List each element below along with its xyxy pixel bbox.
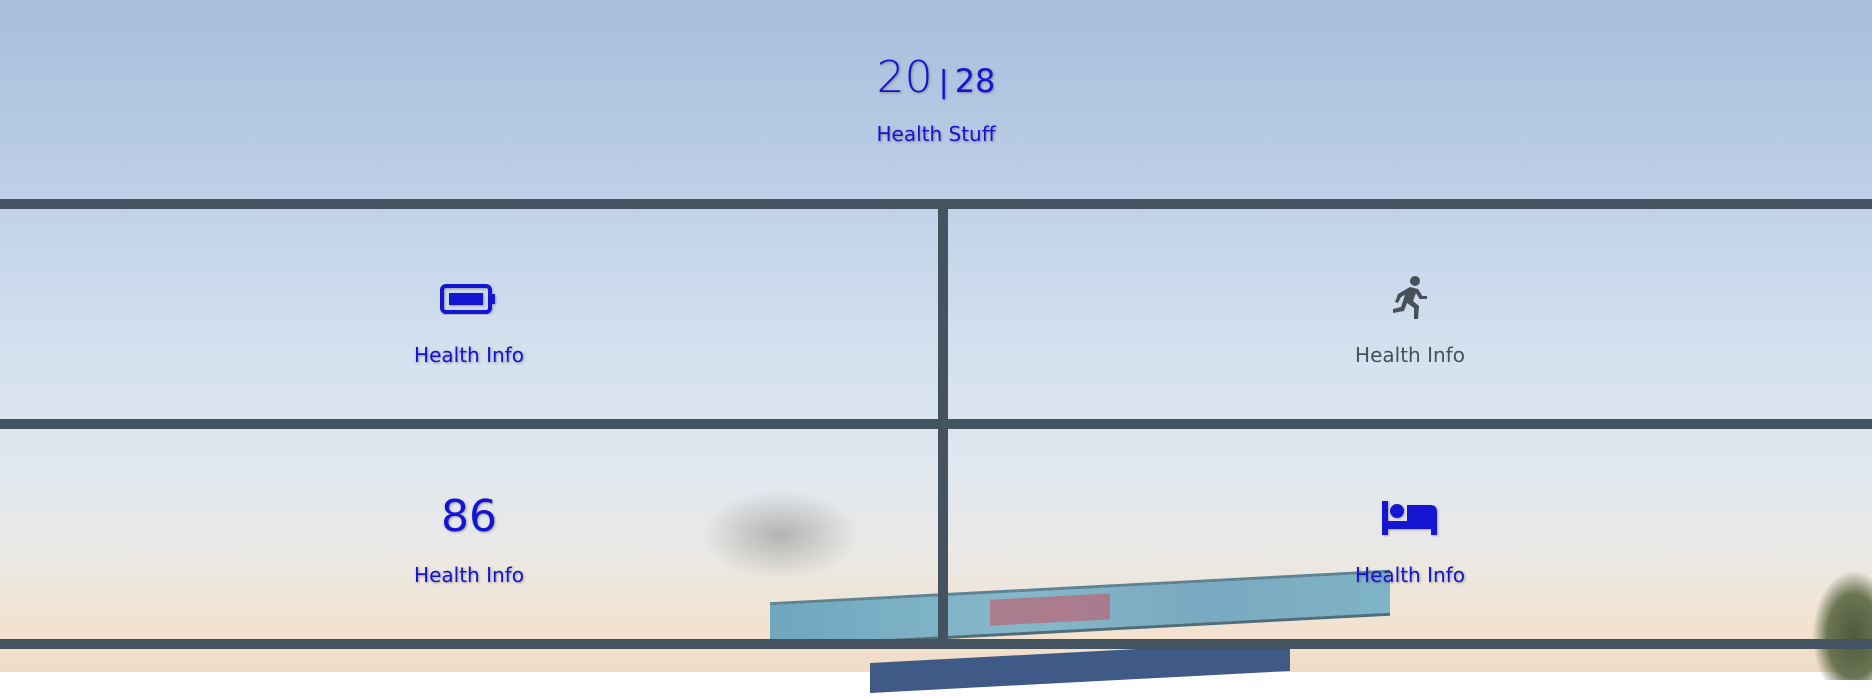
date-display: 20 | 28 — [0, 52, 1872, 103]
health-tile-battery[interactable]: Health Info — [0, 209, 938, 419]
battery-icon — [440, 283, 498, 319]
date-secondary: 28 — [954, 62, 996, 100]
divider-horizontal-1 — [0, 199, 1872, 209]
tile-label: Health Info — [414, 343, 524, 367]
divider-horizontal-3 — [0, 639, 1872, 649]
header-label: Health Stuff — [876, 122, 996, 146]
metric-value: 86 — [441, 491, 497, 542]
tile-label: Health Info — [1355, 563, 1465, 587]
running-person-icon — [1390, 275, 1430, 325]
health-tile-sleep[interactable]: Health Info — [948, 429, 1872, 639]
header-panel: 20 | 28 Health Stuff — [0, 0, 1872, 199]
divider-vertical-2 — [938, 429, 948, 639]
divider-vertical-1 — [938, 209, 948, 419]
date-primary: 20 — [876, 52, 933, 103]
tile-label: Health Info — [414, 563, 524, 587]
divider-horizontal-2 — [0, 419, 1872, 429]
bed-icon — [1380, 499, 1440, 541]
health-tile-value[interactable]: 86 Health Info — [0, 429, 938, 639]
date-separator: | — [938, 65, 949, 100]
health-tile-activity[interactable]: Health Info — [948, 209, 1872, 419]
dashboard: 20 | 28 Health Stuff Health Info Health … — [0, 0, 1872, 672]
tile-label: Health Info — [1355, 343, 1465, 367]
